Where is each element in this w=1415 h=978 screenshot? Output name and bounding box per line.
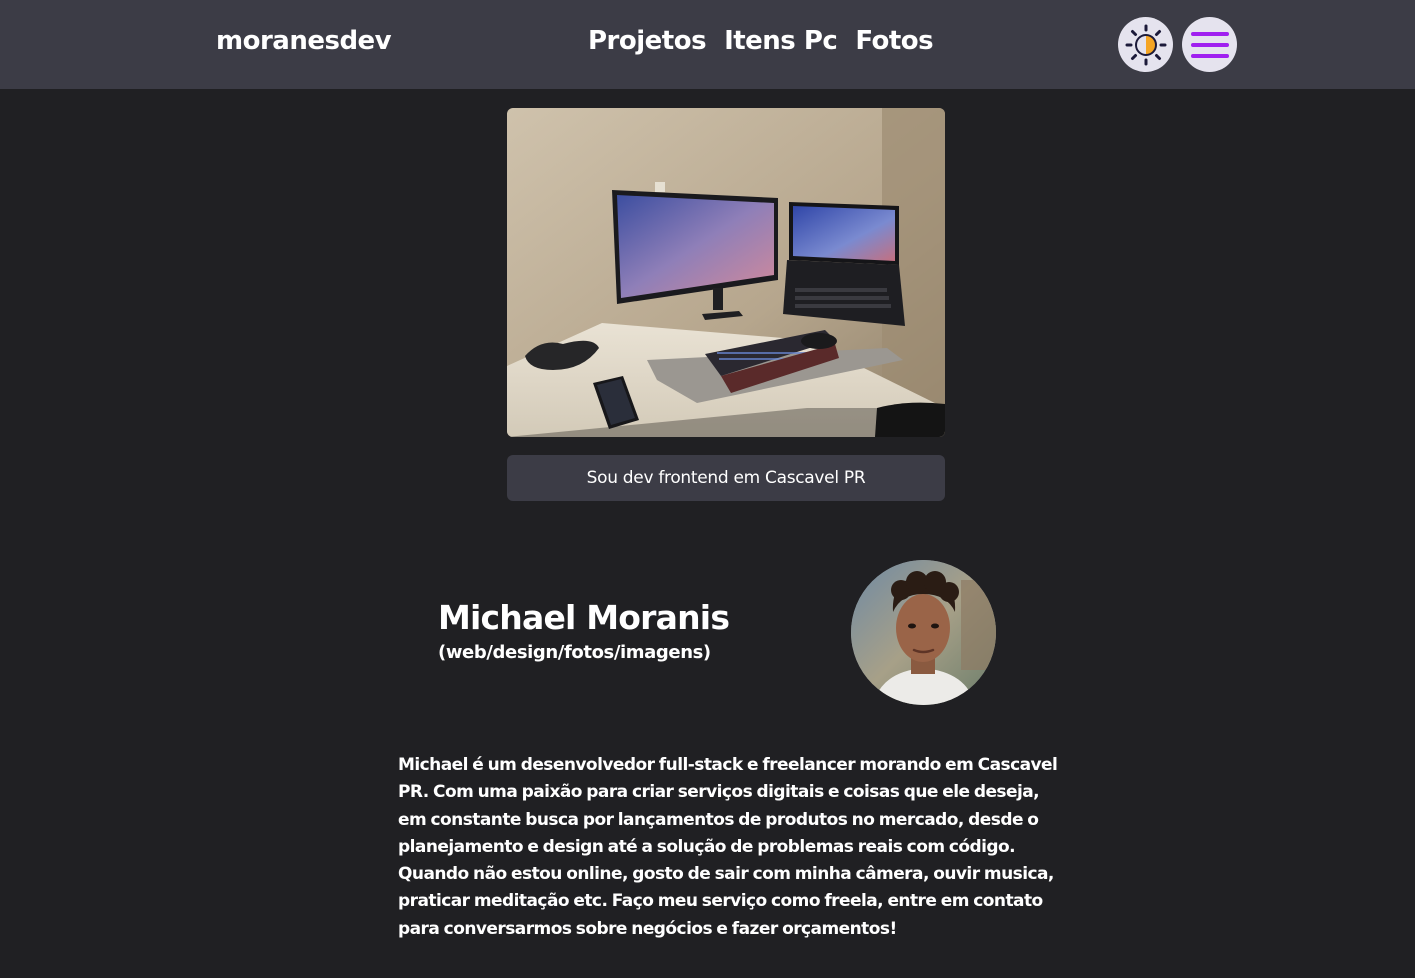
hamburger-menu-icon [1190, 31, 1229, 58]
nav-link-projetos[interactable]: Projetos [588, 26, 707, 56]
navbar: moranesdev Projetos Itens Pc Fotos [0, 0, 1415, 89]
menu-button[interactable] [1182, 17, 1237, 72]
desk-setup-photo [507, 108, 945, 437]
avatar [851, 560, 996, 705]
nav-link-itens-pc[interactable]: Itens Pc [724, 26, 838, 56]
profile-role: (web/design/fotos/imagens) [438, 642, 711, 663]
nav-link-fotos[interactable]: Fotos [855, 26, 933, 56]
profile-name: Michael Moranis [438, 598, 730, 637]
site-logo[interactable]: moranesdev [216, 26, 392, 56]
theme-toggle-button[interactable] [1118, 17, 1173, 72]
half-sun-theme-icon [1125, 24, 1166, 65]
intro-banner: Sou dev frontend em Cascavel PR [507, 455, 945, 501]
main-nav: Projetos Itens Pc Fotos [588, 26, 934, 56]
bio-paragraph: Michael é um desenvolvedor full-stack e … [398, 755, 1058, 939]
